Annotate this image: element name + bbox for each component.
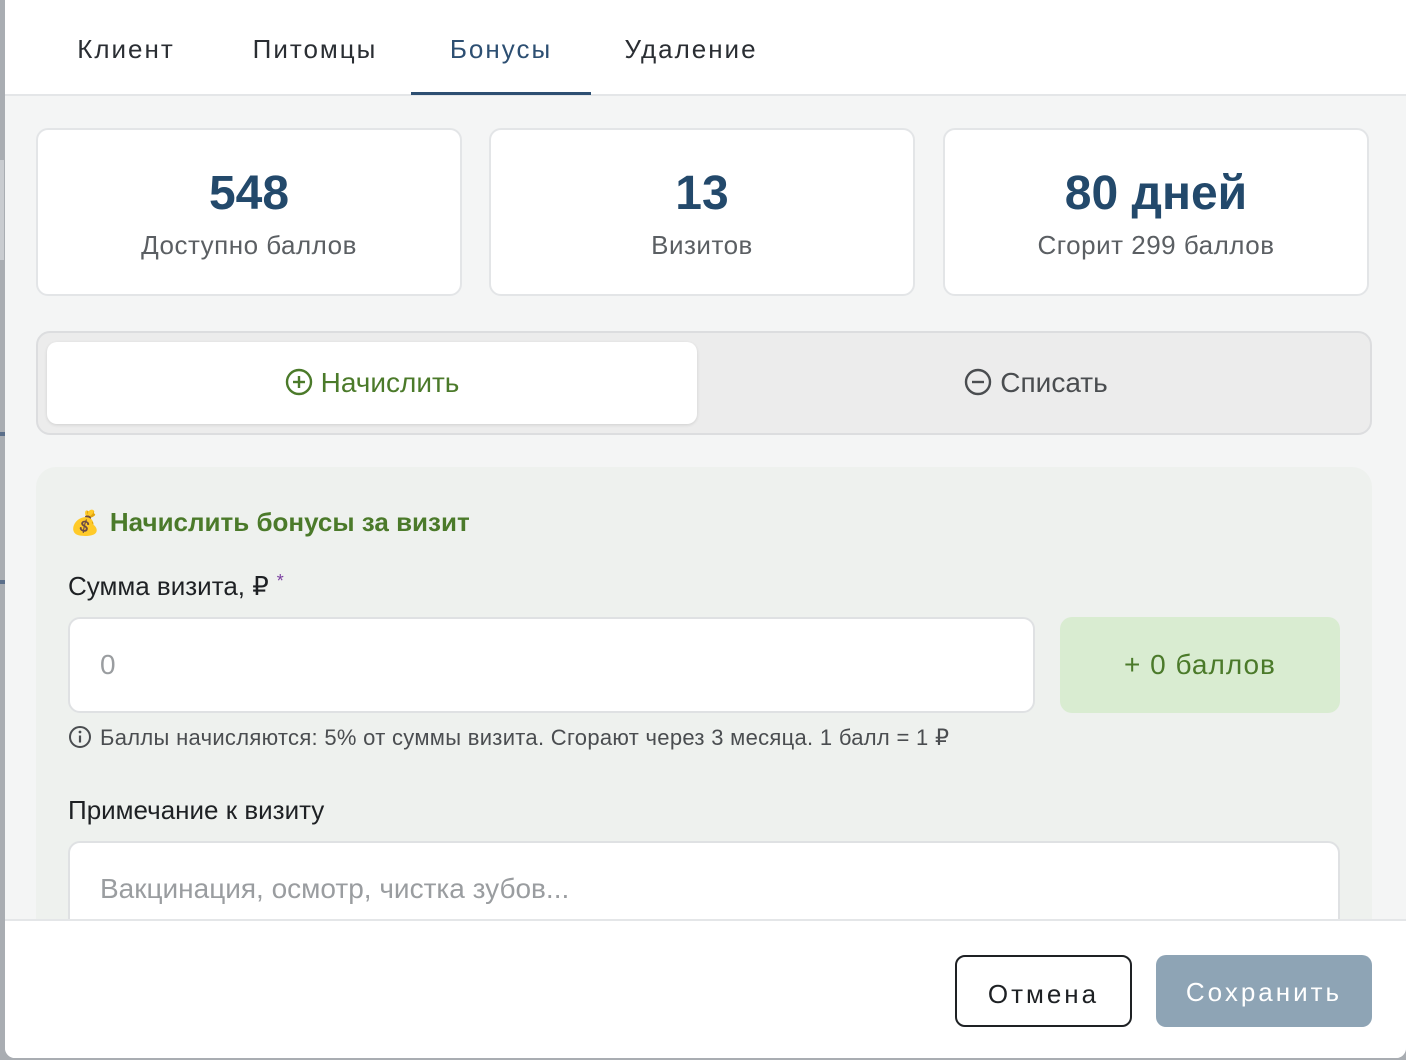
client-modal: Клиент Питомцы Бонусы Удаление 548 Досту… — [5, 0, 1406, 1058]
plus-circle-icon — [285, 368, 312, 395]
tab-client[interactable]: Клиент — [51, 0, 201, 94]
tab-deletion[interactable]: Удаление — [611, 0, 771, 94]
money-bag-icon: 💰 — [70, 510, 100, 537]
accrual-hint: Баллы начисляются: 5% от суммы визита. С… — [68, 725, 949, 751]
visit-note-input[interactable] — [68, 841, 1340, 919]
save-button[interactable]: Сохранить — [1156, 955, 1372, 1027]
amount-label-text: Сумма визита, ₽ — [68, 571, 269, 601]
panel-title-text: Начислить бонусы за визит — [109, 507, 470, 537]
stat-value: 548 — [208, 167, 290, 220]
required-mark: * — [276, 571, 284, 591]
modal-footer: Отмена Сохранить — [5, 919, 1406, 1058]
stat-value: 13 — [675, 167, 729, 220]
stat-card-visits: 13 Визитов — [489, 128, 915, 296]
accrue-panel: 💰 Начислить бонусы за визит Сумма визита,… — [36, 467, 1372, 919]
accrual-hint-text: Баллы начисляются: 5% от суммы визита. С… — [100, 725, 950, 750]
stat-card-expiry: 80 дней Сгорит 299 баллов — [943, 128, 1369, 296]
stat-label: Сгорит 299 баллов — [1037, 230, 1275, 260]
tab-pets[interactable]: Питомцы — [235, 0, 395, 94]
minus-circle-icon — [965, 368, 992, 395]
stat-label: Визитов — [651, 230, 753, 260]
note-label: Примечание к визиту — [68, 795, 325, 825]
stat-label: Доступно баллов — [141, 230, 357, 260]
tab-bonuses[interactable]: Бонусы — [411, 0, 591, 95]
mode-switch: Начислить Списать — [36, 331, 1372, 435]
visit-amount-input[interactable] — [68, 617, 1035, 713]
backdrop-fragment — [0, 160, 4, 260]
spend-button[interactable]: Списать — [706, 342, 1366, 424]
spend-label: Списать — [1000, 367, 1108, 398]
panel-title: 💰 Начислить бонусы за визит — [70, 507, 470, 538]
accrue-label: Начислить — [320, 367, 460, 398]
points-preview-badge: + 0 баллов — [1060, 617, 1340, 713]
info-icon — [69, 726, 91, 749]
accrue-button[interactable]: Начислить — [47, 342, 697, 424]
amount-label: Сумма визита, ₽ * — [68, 571, 284, 602]
bonuses-content: 548 Доступно баллов 13 Визитов 80 дней С… — [5, 96, 1406, 919]
stat-card-available-points: 548 Доступно баллов — [36, 128, 462, 296]
tab-bar: Клиент Питомцы Бонусы Удаление — [5, 0, 1406, 96]
cancel-button[interactable]: Отмена — [955, 955, 1132, 1027]
stat-value: 80 дней — [1064, 167, 1248, 220]
